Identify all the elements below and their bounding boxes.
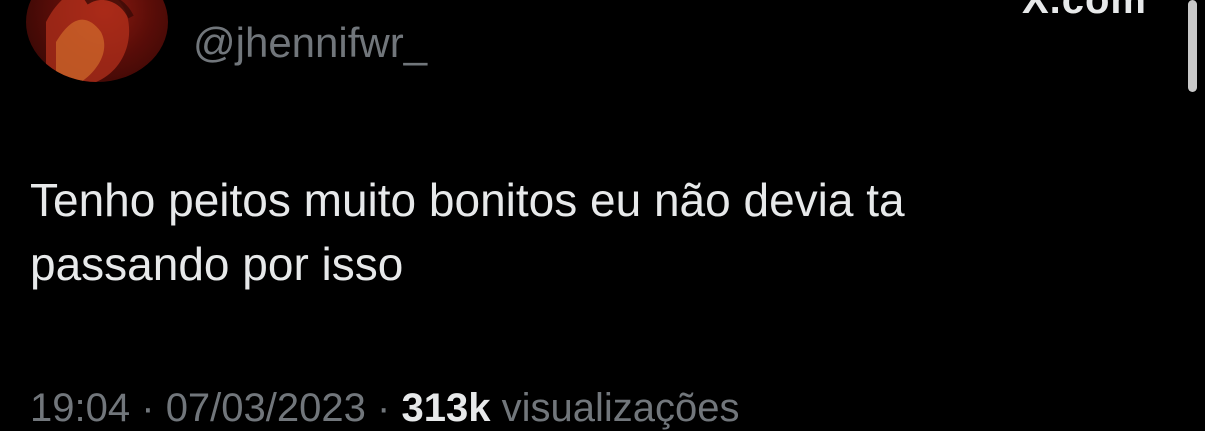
tweet-meta: 19:04 · 07/03/2023 · 313k visualizações [30, 386, 739, 431]
tweet-text-line-1: Tenho peitos muito bonitos eu não devia … [30, 174, 905, 226]
avatar[interactable] [26, 0, 168, 82]
header-title-cut: X.com [1021, 0, 1147, 22]
user-handle[interactable]: @jhennifwr_ [193, 22, 427, 64]
views-count: 313k [401, 386, 491, 430]
avatar-image [46, 0, 134, 82]
tweet-text: Tenho peitos muito bonitos eu não devia … [30, 168, 1150, 296]
scrollbar[interactable] [1188, 0, 1197, 92]
meta-separator: · [377, 386, 391, 430]
tweet-time[interactable]: 19:04 [30, 386, 130, 430]
tweet-text-line-2: passando por isso [30, 238, 404, 290]
tweet-date[interactable]: 07/03/2023 [166, 386, 366, 430]
meta-separator: · [141, 386, 155, 430]
views-label: visualizações [501, 386, 740, 430]
